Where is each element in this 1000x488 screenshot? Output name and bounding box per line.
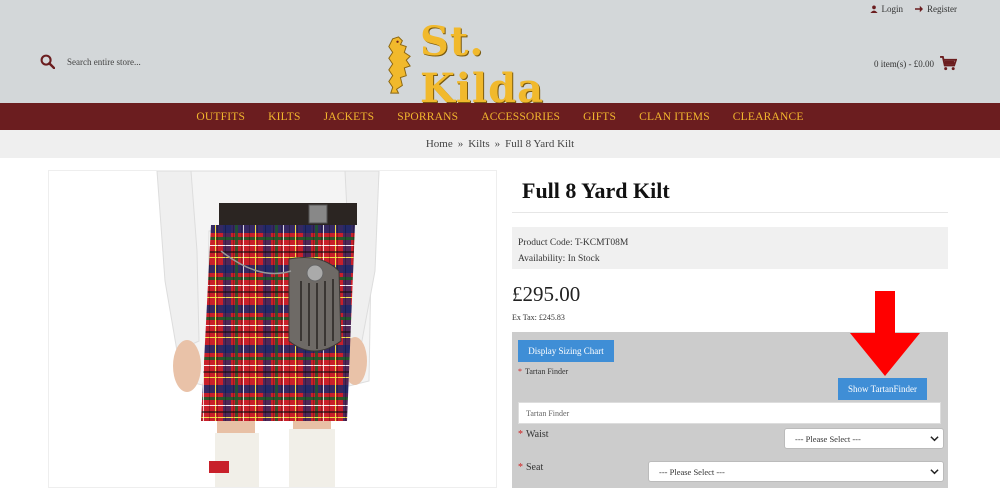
product-code: Product Code: T-KCMT08M [518,238,629,248]
user-icon [869,5,878,13]
nav-item-clan-items[interactable]: CLAN ITEMS [639,111,710,123]
waist-label: Waist [526,429,549,440]
register-label: Register [927,4,957,14]
breadcrumb: Home » Kilts » Full 8 Yard Kilt [0,130,1000,158]
site-logo[interactable]: St. Kilda [383,18,617,112]
breadcrumb-home[interactable]: Home [426,138,453,150]
search-input[interactable] [67,56,227,67]
search-bar [40,54,227,69]
red-arrow-annotation [850,291,920,376]
nav-item-sporrans[interactable]: SPORRANS [397,111,458,123]
logo-text: St. Kilda [419,18,544,112]
nav-item-clearance[interactable]: CLEARANCE [733,111,804,123]
account-links: Login Register [869,4,957,14]
nav-item-accessories[interactable]: ACCESSORIES [481,111,560,123]
product-info-box: Product Code: T-KCMT08M Availability: In… [512,227,948,269]
display-sizing-chart-button[interactable]: Display Sizing Chart [518,340,614,362]
product-price: £295.00 [512,282,581,306]
tartan-finder-input[interactable] [518,402,941,424]
tartan-finder-label: Tartan Finder [525,367,569,376]
breadcrumb-separator: » [457,138,464,150]
nav-item-kilts[interactable]: KILTS [268,111,301,123]
login-link[interactable]: Login [869,4,904,14]
seat-select[interactable]: --- Please Select --- [648,461,944,482]
tartan-finder-label-row: * Tartan Finder [518,367,568,376]
breadcrumb-separator: » [494,138,501,150]
waist-select-value: --- Please Select --- [795,433,861,444]
nav-item-gifts[interactable]: GIFTS [583,111,616,123]
nav-item-outfits[interactable]: OUTFITS [196,111,245,123]
show-tartanfinder-button[interactable]: Show TartanFinder [838,378,927,400]
lion-rampant-icon [388,36,411,94]
seat-label-row: * Seat [518,462,543,473]
product-title: Full 8 Yard Kilt [522,178,670,203]
breadcrumb-kilts[interactable]: Kilts [468,138,489,150]
seat-label: Seat [526,462,544,473]
product-image[interactable] [48,170,497,488]
kilt-photo [156,171,380,487]
availability: Availability: In Stock [518,254,600,264]
login-label: Login [881,4,904,14]
ex-tax-price: Ex Tax: £245.83 [512,313,565,322]
nav-item-jackets[interactable]: JACKETS [324,111,375,123]
waist-select[interactable]: --- Please Select --- [784,428,944,449]
chevron-down-icon [930,436,939,442]
required-marker: * [518,429,523,440]
required-marker: * [518,367,522,376]
cart-label: 0 item(s) - £0.00 [874,58,934,69]
register-link[interactable]: Register [915,4,957,14]
breadcrumb-current[interactable]: Full 8 Yard Kilt [505,138,574,150]
seat-select-value: --- Please Select --- [659,466,725,477]
cart-icon [940,56,957,71]
arrow-right-icon [915,5,923,13]
waist-label-row: * Waist [518,429,549,440]
search-icon[interactable] [40,54,55,69]
site-header: Login Register St. Kilda 0 item(s) - £0.… [0,0,1000,112]
main-nav: OUTFITS KILTS JACKETS SPORRANS ACCESSORI… [0,103,1000,130]
divider [512,212,948,213]
required-marker: * [518,462,523,473]
cart-summary[interactable]: 0 item(s) - £0.00 [874,56,957,71]
chevron-down-icon [930,469,939,475]
